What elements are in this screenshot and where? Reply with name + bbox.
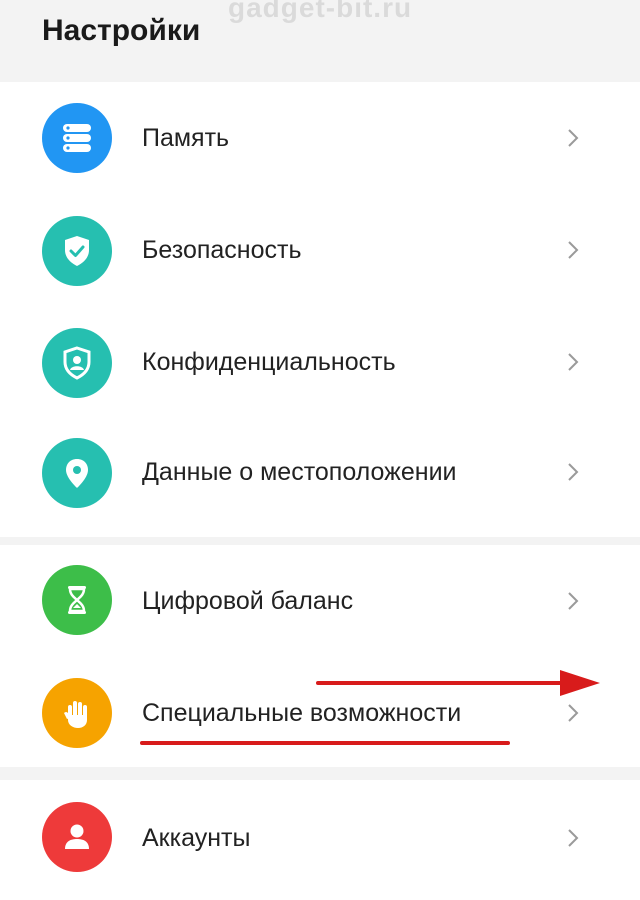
annotation-arrow xyxy=(316,670,600,696)
annotation-overlay xyxy=(140,670,600,745)
